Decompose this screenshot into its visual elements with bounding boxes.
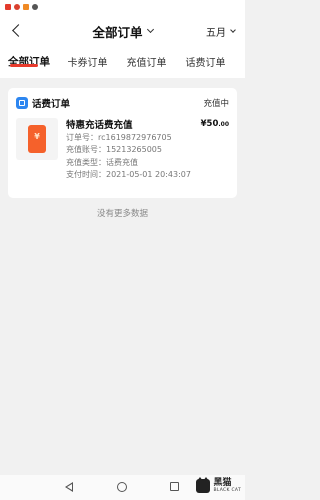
order-type-label: 话费订单 [32,99,71,110]
header: 全部订单 五月 [0,14,245,48]
price-decimal: .00 [218,121,229,128]
tab-recharge-orders[interactable]: 充值订单 [117,54,176,69]
tab-all-orders[interactable]: 全部订单 [0,54,58,69]
product-name: 特惠充话费充值 [66,120,133,131]
recharge-type: 充值类型：话费充值 [66,157,138,167]
chevron-down-icon [146,25,154,34]
order-card[interactable]: 话费订单 充值中 ¥ 特惠充话费充值 ¥50.00 订单号：rc16198729… [8,88,237,198]
month-filter[interactable]: 五月 [206,24,236,39]
tab-label: 卡券订单 [67,58,108,69]
app-notification-icon [32,4,38,10]
orders-page: 全部订单 五月 全部订单 卡券订单 充值订单 话费订单 话费订单 充值中 ¥ 特… [0,0,245,500]
status-bar [0,0,245,14]
active-tab-indicator [10,64,38,67]
page-title: 全部订单 [92,24,143,40]
nav-back-icon[interactable] [65,482,73,492]
product-image: ¥ [16,118,58,160]
payment-time: 支付时间：2021-05-01 20:43:07 [66,169,191,179]
tab-phone-bill-orders[interactable]: 话费订单 [176,54,235,69]
price-integer: ¥50 [200,119,219,129]
order-details: 订单号：rc1619872976705 充值账号：15213265005 充值类… [66,132,191,181]
month-label: 五月 [206,27,226,39]
watermark-cn: 黑猫 [213,478,232,488]
app-notification-icon [14,4,20,10]
chevron-down-icon [230,26,236,33]
watermark-en: BLACK CAT [213,488,241,493]
phone-bill-icon [16,97,28,109]
order-tabs: 全部订单 卡券订单 充值订单 话费订单 [0,48,245,78]
order-type: 话费订单 [16,96,70,110]
order-price: ¥50.00 [201,119,229,129]
black-cat-watermark: 黑猫 BLACK CAT [196,477,241,494]
nav-recent-apps-icon[interactable] [170,482,179,491]
tab-voucher-orders[interactable]: 卡券订单 [58,54,117,69]
watermark-text: 黑猫 BLACK CAT [213,478,241,494]
recharge-account: 充值账号：15213265005 [66,145,162,155]
nav-home-icon[interactable] [117,482,127,492]
phone-recharge-icon: ¥ [28,125,46,153]
tab-label: 话费订单 [185,58,226,69]
cat-logo-icon [196,477,211,493]
tab-label: 充值订单 [126,58,167,69]
app-notification-icon [5,4,11,10]
no-more-data: 没有更多数据 [96,209,148,219]
order-status: 充值中 [203,99,229,109]
yuan-glyph: ¥ [34,132,40,141]
order-number: 订单号：rc1619872976705 [66,133,172,142]
app-notification-icon [23,4,29,10]
